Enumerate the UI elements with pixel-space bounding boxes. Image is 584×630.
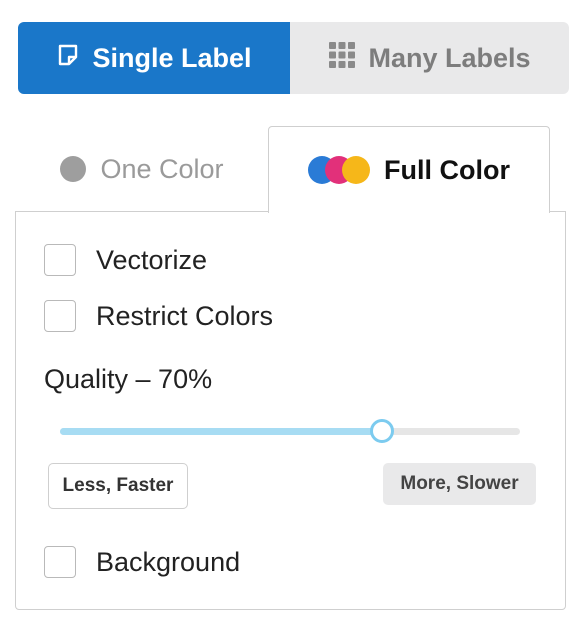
quality-label: Quality – 70% <box>44 364 213 394</box>
more-slower-button[interactable]: More, Slower <box>383 463 536 505</box>
grid-icon <box>328 41 356 76</box>
tab-full-color-label: Full Color <box>384 154 510 185</box>
restrict-colors-option[interactable]: Restrict Colors <box>44 300 273 332</box>
sticky-note-icon <box>56 43 80 74</box>
label-mode-toggle: Single Label Many Labels <box>18 22 569 94</box>
background-checkbox[interactable] <box>44 546 76 578</box>
many-labels-text: Many Labels <box>368 42 531 73</box>
color-dots-icon <box>308 156 370 184</box>
background-label: Background <box>96 546 241 577</box>
restrict-colors-label: Restrict Colors <box>96 300 274 331</box>
vectorize-label: Vectorize <box>96 244 208 275</box>
single-label-button[interactable]: Single Label <box>18 22 290 94</box>
single-label-text: Single Label <box>92 42 252 73</box>
tab-one-color-label: One Color <box>100 153 224 184</box>
gray-dot-icon <box>60 156 87 182</box>
quality-slider[interactable] <box>60 419 520 444</box>
tab-full-color[interactable]: Full Color <box>268 126 550 213</box>
vectorize-checkbox[interactable] <box>44 244 76 276</box>
less-faster-button[interactable]: Less, Faster <box>48 463 188 509</box>
background-option[interactable]: Background <box>44 546 240 578</box>
vectorize-option[interactable]: Vectorize <box>44 244 207 276</box>
slider-handle[interactable] <box>370 419 394 443</box>
tab-one-color[interactable]: One Color <box>15 126 269 212</box>
many-labels-button[interactable]: Many Labels <box>290 22 569 94</box>
restrict-colors-checkbox[interactable] <box>44 300 76 332</box>
slider-fill <box>60 428 382 435</box>
